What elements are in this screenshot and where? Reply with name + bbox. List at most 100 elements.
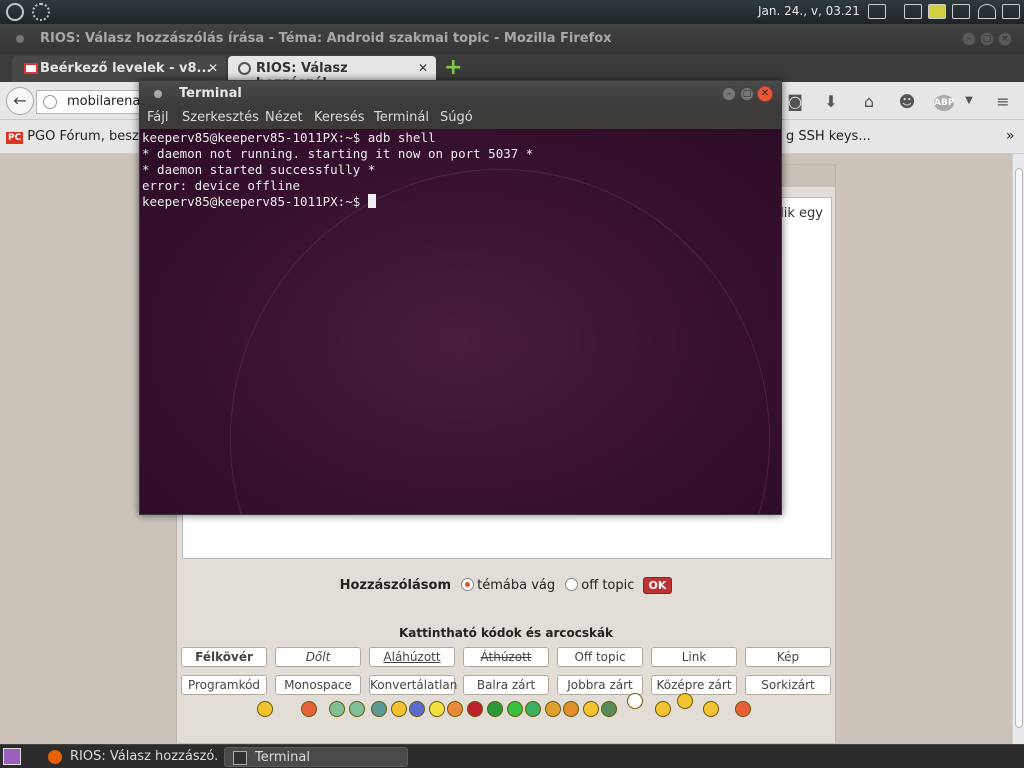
italic-button[interactable]: Dőlt bbox=[275, 647, 361, 667]
align-left-button[interactable]: Balra zárt bbox=[463, 675, 549, 695]
align-center-button[interactable]: Középre zárt bbox=[651, 675, 737, 695]
off-topic-radio[interactable] bbox=[565, 578, 579, 591]
taskbar-terminal[interactable]: Terminal bbox=[224, 747, 408, 767]
smiley-icon[interactable] bbox=[487, 701, 503, 717]
battery-icon[interactable] bbox=[1002, 4, 1020, 19]
smiley-icon[interactable] bbox=[329, 701, 345, 717]
wifi-icon[interactable] bbox=[978, 4, 996, 19]
pocket-icon[interactable]: ◙ bbox=[784, 92, 806, 111]
smiley-icon[interactable] bbox=[563, 701, 579, 717]
volume-icon[interactable] bbox=[868, 4, 886, 19]
terminal-title: Terminal bbox=[179, 86, 242, 101]
menu-file[interactable]: Fájl bbox=[147, 110, 168, 125]
ubuntu-menu-icon[interactable] bbox=[6, 3, 24, 21]
terminal-prompt: keeperv85@keeperv85-1011PX:~$ bbox=[142, 194, 368, 209]
minimize-icon[interactable]: – bbox=[962, 32, 976, 46]
terminal-titlebar[interactable]: Terminal – □ ✕ bbox=[140, 81, 781, 107]
image-button[interactable]: Kép bbox=[745, 647, 831, 667]
back-arrow-icon[interactable]: ← bbox=[6, 87, 34, 115]
keyboard-icon[interactable] bbox=[952, 4, 970, 19]
bookmark-pgo-label: PGO Fórum, beszé bbox=[27, 129, 147, 144]
bookmark-ssh[interactable]: g SSH keys... bbox=[786, 129, 871, 144]
terminal-line: error: device offline bbox=[142, 178, 301, 193]
smiley-icon[interactable] bbox=[349, 701, 365, 717]
smiley-icon[interactable] bbox=[655, 701, 671, 717]
codes-title: Kattintható kódok és arcocskák bbox=[398, 626, 614, 640]
shocked-smiley-icon[interactable] bbox=[677, 693, 693, 709]
menu-help[interactable]: Súgó bbox=[440, 110, 473, 125]
close-icon[interactable]: ✕ bbox=[757, 86, 773, 102]
unconverted-button[interactable]: Konvertálatlan bbox=[369, 675, 457, 695]
smiley-icon[interactable] bbox=[447, 701, 463, 717]
smiley-icon[interactable] bbox=[507, 701, 523, 717]
ghost-smiley-icon[interactable] bbox=[627, 693, 643, 709]
hammer-smiley-icon[interactable] bbox=[735, 701, 751, 717]
download-icon[interactable]: ⬇ bbox=[820, 92, 842, 111]
smiley-icon[interactable] bbox=[371, 701, 387, 717]
smiley-icon[interactable] bbox=[525, 701, 541, 717]
adblock-icon[interactable]: ABP bbox=[934, 95, 954, 111]
smiley-icon[interactable] bbox=[391, 701, 407, 717]
forum-favicon-icon bbox=[238, 62, 251, 75]
terminal-line: * daemon started successfully * bbox=[142, 162, 376, 177]
angry-smiley-icon[interactable] bbox=[301, 701, 317, 717]
show-desktop-icon[interactable] bbox=[3, 748, 21, 765]
chevron-down-icon[interactable]: ▼ bbox=[958, 95, 980, 106]
text-cursor bbox=[367, 194, 376, 208]
off-topic-label: off topic bbox=[581, 578, 635, 593]
terminal-output[interactable]: keeperv85@keeperv85-1011PX:~$ adb shell … bbox=[140, 129, 781, 514]
bookmark-pgo[interactable]: PC PGO Fórum, beszé bbox=[6, 129, 147, 144]
settings-gears-icon[interactable] bbox=[32, 3, 50, 21]
window-menu-icon[interactable] bbox=[16, 35, 24, 43]
strikethrough-button[interactable]: Áthúzott bbox=[463, 647, 549, 667]
terminal-window[interactable]: Terminal – □ ✕ Fájl Szerkesztés Nézet Ke… bbox=[139, 80, 782, 515]
menu-view[interactable]: Nézet bbox=[265, 110, 303, 125]
smiley-icon[interactable] bbox=[257, 701, 273, 717]
menu-terminal[interactable]: Terminál bbox=[374, 110, 429, 125]
justify-button[interactable]: Sorkizárt bbox=[745, 675, 831, 695]
off-topic-button[interactable]: Off topic bbox=[557, 647, 643, 667]
minimize-icon[interactable]: – bbox=[722, 87, 736, 101]
close-icon[interactable]: × bbox=[998, 32, 1012, 46]
post-type-row: Hozzászólásom témába vág off topic OK bbox=[177, 577, 835, 594]
tab-close-icon[interactable]: ✕ bbox=[418, 61, 428, 75]
tab-close-icon[interactable]: ✕ bbox=[208, 61, 218, 75]
display-icon[interactable] bbox=[928, 4, 946, 19]
bold-button[interactable]: Félkövér bbox=[181, 647, 267, 667]
hamburger-menu-icon[interactable]: ≡ bbox=[992, 92, 1014, 111]
scrollbar-thumb[interactable] bbox=[1015, 168, 1023, 728]
smiley-icon[interactable] bbox=[601, 701, 617, 717]
new-tab-plus-icon[interactable]: + bbox=[444, 57, 462, 79]
url-bar[interactable]: mobilarena bbox=[36, 90, 146, 114]
page-scrollbar[interactable] bbox=[1012, 154, 1024, 744]
home-icon[interactable]: ⌂ bbox=[858, 92, 880, 111]
smiley-icon[interactable] bbox=[429, 701, 445, 717]
taskbar-firefox[interactable]: RIOS: Válasz hozzászó... bbox=[40, 747, 218, 767]
align-right-button[interactable]: Jobbra zárt bbox=[557, 675, 643, 695]
menu-search[interactable]: Keresés bbox=[314, 110, 364, 125]
maximize-icon[interactable]: □ bbox=[740, 87, 754, 101]
code-button[interactable]: Programkód bbox=[181, 675, 267, 695]
waving-smiley-icon[interactable] bbox=[703, 701, 719, 717]
smiley-icon[interactable] bbox=[545, 701, 561, 717]
underline-button[interactable]: Aláhúzott bbox=[369, 647, 455, 667]
on-topic-label: témába vág bbox=[477, 578, 556, 593]
monospace-button[interactable]: Monospace bbox=[275, 675, 361, 695]
menu-edit[interactable]: Szerkesztés bbox=[182, 110, 259, 125]
smiley-icon[interactable] bbox=[583, 701, 599, 717]
pc-favicon-icon: PC bbox=[6, 132, 24, 144]
window-menu-icon[interactable] bbox=[154, 90, 162, 98]
maximize-icon[interactable]: □ bbox=[980, 32, 994, 46]
tab-rios[interactable]: RIOS: Válasz hozzászól... ✕ bbox=[228, 56, 436, 91]
link-button[interactable]: Link bbox=[651, 647, 737, 667]
firefox-window-title: RIOS: Válasz hozzászólás írása - Téma: A… bbox=[40, 31, 612, 46]
tab-mail[interactable]: Beérkező levelek - v8... ✕ bbox=[12, 56, 226, 82]
on-topic-radio[interactable] bbox=[461, 578, 475, 591]
bookmarks-overflow-icon[interactable]: » bbox=[1006, 128, 1015, 144]
clock[interactable]: Jan. 24., v, 03.21 bbox=[758, 4, 860, 18]
smiley-addon-icon[interactable]: ☻ bbox=[896, 92, 918, 111]
smiley-icon[interactable] bbox=[467, 701, 483, 717]
smiley-icon[interactable] bbox=[409, 701, 425, 717]
clipboard-icon[interactable] bbox=[904, 4, 922, 19]
ok-button[interactable]: OK bbox=[642, 577, 673, 594]
